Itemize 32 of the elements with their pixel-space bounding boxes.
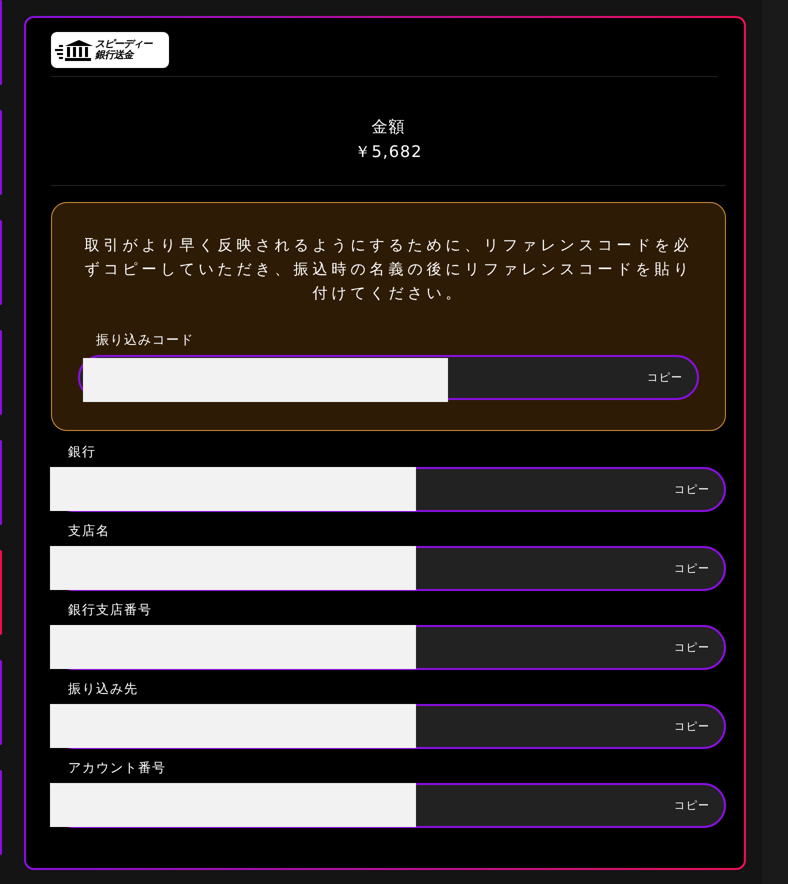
copy-field[interactable]: コピー: [51, 704, 726, 749]
field-label: 銀行支店番号: [68, 602, 152, 619]
copy-button[interactable]: コピー: [674, 482, 710, 497]
copy-button[interactable]: コピー: [647, 370, 683, 385]
copy-field[interactable]: コピー: [78, 355, 699, 400]
amount-label: 金額: [372, 117, 406, 138]
copy-button[interactable]: コピー: [674, 798, 710, 813]
amount-value: ￥5,682: [354, 142, 422, 163]
card-edge[interactable]: [0, 110, 2, 195]
copy-field[interactable]: コピー: [51, 625, 726, 670]
field-label: アカウント番号: [68, 760, 166, 777]
card-edge[interactable]: [0, 0, 2, 85]
copy-field[interactable]: コピー: [51, 467, 726, 512]
card-edge[interactable]: [0, 550, 2, 635]
card-edge[interactable]: [0, 330, 2, 415]
copy-button[interactable]: コピー: [674, 640, 710, 655]
card-edge[interactable]: [0, 220, 2, 305]
notice-text: 取引がより早く反映されるようにするために、リファレンスコードを必ずコピーしていただき、振込時の名義の後にリファレンスコードを貼り付けてください。: [84, 235, 694, 304]
field-label: 振り込みコード: [96, 332, 194, 349]
field-label: 支店名: [68, 523, 110, 540]
card-edge[interactable]: [0, 770, 2, 855]
copy-field[interactable]: コピー: [51, 783, 726, 828]
field-label: 振り込み先: [68, 681, 138, 698]
copy-button[interactable]: コピー: [674, 561, 710, 576]
bank-icon: [55, 39, 93, 61]
copy-button[interactable]: コピー: [674, 719, 710, 734]
card-edge[interactable]: [0, 660, 2, 745]
field-label: 銀行: [68, 444, 96, 461]
copy-field[interactable]: コピー: [51, 546, 726, 591]
logo-text: スピーディー: [95, 39, 152, 50]
card-edge[interactable]: [0, 440, 2, 525]
logo-text: 銀行送金: [95, 50, 136, 61]
